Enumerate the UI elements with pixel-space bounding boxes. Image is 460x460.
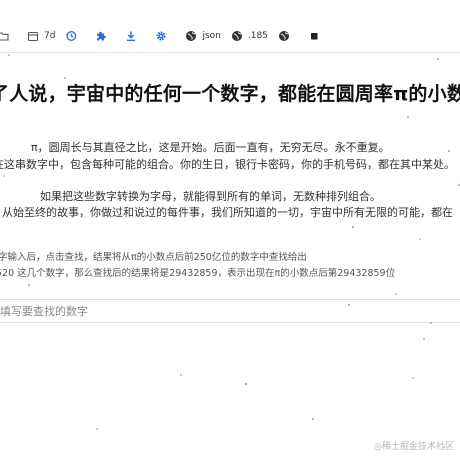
- toolbar-185-item[interactable]: .185: [231, 30, 268, 42]
- toolbar-row: 7d json .185: [0, 26, 338, 46]
- toolbar-extension-item[interactable]: [95, 30, 112, 42]
- particle-dot: [423, 338, 425, 340]
- particle-dot: [395, 293, 397, 295]
- search-field[interactable]: [0, 299, 460, 323]
- toolbar-site-item[interactable]: [278, 30, 295, 42]
- toolbar-folder-item[interactable]: [0, 30, 14, 42]
- particle-dot: [352, 226, 354, 228]
- particle-dot: [412, 377, 414, 379]
- globe-icon: [231, 31, 242, 41]
- particle-dot: [437, 58, 439, 60]
- extension-icon: [97, 31, 107, 41]
- toolbar-history-item[interactable]: [65, 30, 82, 42]
- folder-icon: [0, 32, 9, 41]
- download-icon: [127, 31, 136, 42]
- search-input[interactable]: [0, 300, 460, 323]
- page-content: 了人说，宇宙中的任何一个数字，都能在圆周率π的小数 π，圆周长与其直径之比，这是…: [0, 52, 460, 460]
- hint-line-1: 字输入后，点击查找，结果将从π的小数点后前250亿位的数字中查找给出: [0, 252, 307, 263]
- particle-dot: [430, 322, 432, 324]
- stop-icon: [310, 33, 318, 40]
- particle-dot: [8, 54, 10, 56]
- toolbar-settings-item[interactable]: [155, 30, 172, 42]
- particle-dot: [28, 284, 30, 286]
- toolbar-7d-label: 7d: [44, 31, 56, 41]
- gear-icon: [156, 31, 166, 41]
- paragraph-line-2: 在这串数字中，包含每种可能的组合。你的生日，银行卡密码，你的手机号码，都在其中某…: [0, 158, 455, 171]
- particle-dot: [64, 77, 66, 79]
- toolbar-json-item[interactable]: json: [185, 30, 221, 42]
- particle-dot: [180, 374, 182, 376]
- particle-dot: [3, 175, 5, 177]
- particle-dot: [407, 116, 409, 118]
- toolbar-185-label: .185: [247, 31, 268, 41]
- page-headline: 了人说，宇宙中的任何一个数字，都能在圆周率π的小数: [0, 83, 460, 105]
- paragraph-line-4: 从始至终的故事，你做过和说过的每件事，我们所知道的一切，宇宙中所有无限的可能，都…: [2, 206, 453, 219]
- history-icon: [66, 31, 77, 41]
- toolbar-stop-item[interactable]: [308, 30, 325, 42]
- bookmarks-toolbar: 7d json .185: [0, 0, 460, 53]
- hint-line-2: 520 这几个数字，那么查找后的结果将是29432859，表示出现在π的小数点后…: [0, 268, 396, 279]
- particle-dot: [348, 304, 350, 306]
- globe-icon: [186, 31, 197, 41]
- paragraph-line-3: 如果把这些数字转换为字母，就能得到所有的单词，无数种排列组合。: [40, 190, 381, 203]
- particle-dot: [96, 428, 98, 430]
- toolbar-download-item[interactable]: [125, 30, 142, 42]
- particle-dot: [312, 418, 314, 420]
- paragraph-line-1: π，圆周长与其直径之比，这是开始。后面一直有，无穷无尽。永不重复。: [31, 141, 390, 154]
- particle-dot: [448, 150, 450, 152]
- toolbar-json-label: json: [202, 31, 221, 41]
- watermark: ◎稀土掘金技术社区: [374, 442, 454, 452]
- particle-dot: [245, 383, 247, 385]
- toolbar-7d-item[interactable]: 7d: [27, 30, 55, 42]
- globe-icon: [278, 31, 289, 41]
- calendar-icon: [27, 31, 39, 42]
- particle-dot: [419, 238, 421, 240]
